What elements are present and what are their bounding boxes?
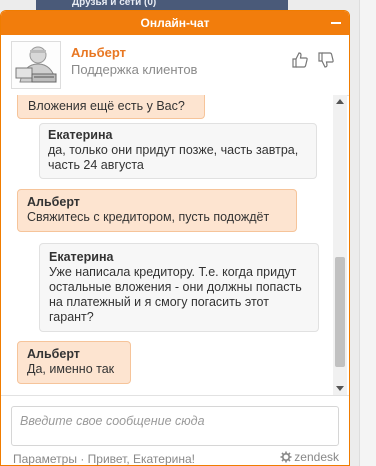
message-author: Альберт xyxy=(27,347,80,361)
message-agent: Вложения ещё есть у Вас? xyxy=(17,95,205,119)
scrollbar-thumb[interactable] xyxy=(335,257,345,367)
greeting-text: Привет, Екатерина! xyxy=(87,452,195,466)
agent-name: Альберт xyxy=(71,45,127,60)
minimize-icon[interactable] xyxy=(331,22,341,24)
agent-role: Поддержка клиентов xyxy=(71,62,198,77)
message-author: Альберт xyxy=(27,195,80,209)
thumbs-down-icon[interactable] xyxy=(317,51,335,69)
message-author: Екатерина xyxy=(48,128,113,142)
message-text: Да, именно так xyxy=(27,362,115,376)
zendesk-branding[interactable]: zendesk xyxy=(280,450,339,464)
message-visitor: Екатерина Уже написала кредитору. Т.е. к… xyxy=(39,243,319,332)
composer: Параметры · Привет, Екатерина! zendesk xyxy=(1,395,349,466)
chat-widget: Онлайн-чат Альберт Поддержка клиентов Вл… xyxy=(0,10,350,466)
page-scrollbar[interactable] xyxy=(359,0,376,466)
message-input[interactable] xyxy=(11,406,339,446)
message-text: Свяжитесь с кредитором, пусть подождёт xyxy=(27,210,270,224)
scroll-up-icon[interactable] xyxy=(336,99,344,104)
message-agent: Альберт Да, именно так xyxy=(17,341,131,384)
message-text: да, только они придут позже, часть завтр… xyxy=(48,143,299,172)
avatar xyxy=(11,41,61,89)
message-text: Вложения ещё есть у Вас? xyxy=(28,99,185,113)
message-list[interactable]: Вложения ещё есть у Вас? Екатерина да, т… xyxy=(1,95,333,395)
chat-scrollbar[interactable] xyxy=(333,95,347,395)
message-author: Екатерина xyxy=(49,250,114,264)
thumbs-up-icon[interactable] xyxy=(291,51,309,69)
background-header-strip: Друзья и сети (0) xyxy=(36,0,288,10)
zendesk-label: zendesk xyxy=(294,450,339,464)
separator: · xyxy=(80,452,85,466)
scroll-down-icon[interactable] xyxy=(336,386,344,391)
message-visitor: Екатерина да, только они придут позже, ч… xyxy=(39,123,317,179)
gear-icon xyxy=(280,451,292,463)
agent-info-bar: Альберт Поддержка клиентов xyxy=(1,35,349,96)
background-strip-label: Друзья и сети (0) xyxy=(72,0,157,8)
settings-link[interactable]: Параметры xyxy=(13,452,77,465)
message-text: Уже написала кредитору. Т.е. когда приду… xyxy=(49,265,302,324)
chat-titlebar[interactable]: Онлайн-чат xyxy=(1,11,349,35)
message-agent: Альберт Свяжитесь с кредитором, пусть по… xyxy=(17,189,297,232)
footer-links: Параметры · Привет, Екатерина! xyxy=(13,452,195,466)
chat-title: Онлайн-чат xyxy=(140,16,210,30)
